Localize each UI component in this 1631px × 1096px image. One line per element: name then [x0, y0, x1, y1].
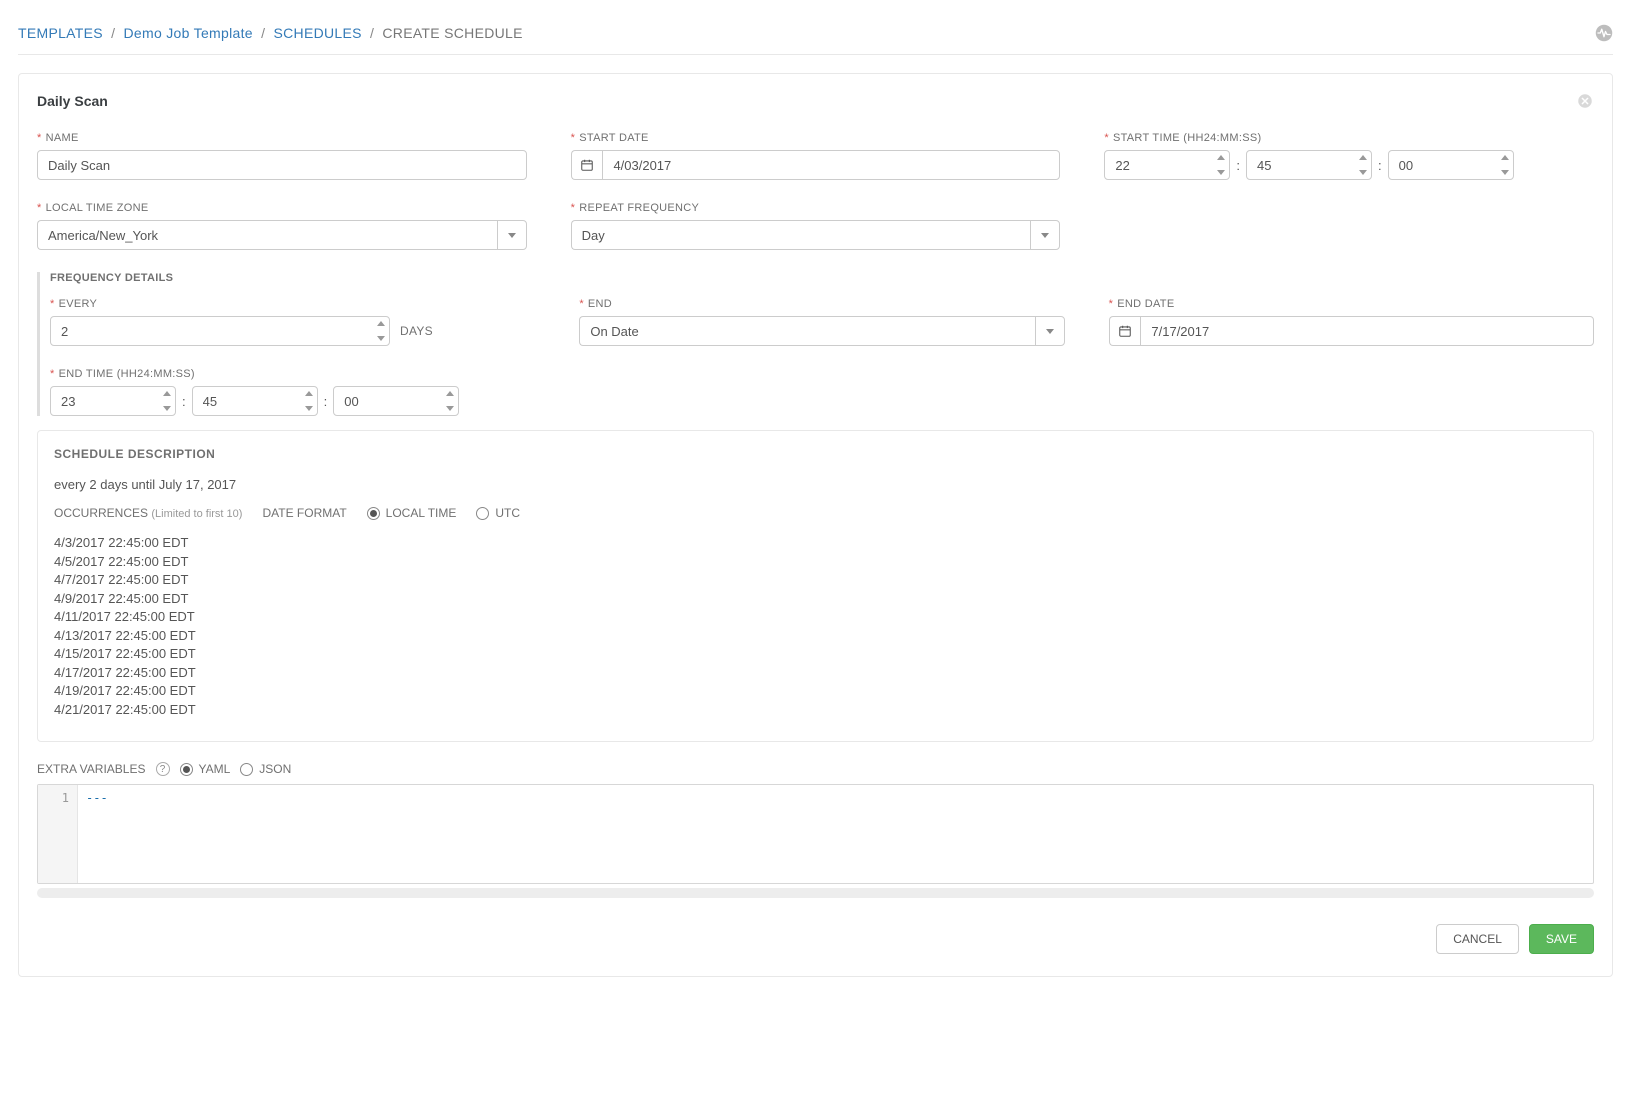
repeat-frequency-select[interactable]: Day — [571, 220, 1061, 250]
every-label: EVERY — [59, 298, 98, 310]
occurrence-item: 4/9/2017 22:45:00 EDT — [54, 590, 1577, 608]
spin-down-icon[interactable] — [1356, 167, 1370, 178]
chevron-down-icon[interactable] — [1030, 220, 1060, 250]
occurrence-item: 4/15/2017 22:45:00 EDT — [54, 645, 1577, 663]
breadcrumb: TEMPLATES / Demo Job Template / SCHEDULE… — [18, 25, 523, 41]
spin-up-icon[interactable] — [374, 318, 388, 329]
cancel-button[interactable]: CANCEL — [1436, 924, 1519, 954]
chevron-down-icon[interactable] — [497, 220, 527, 250]
every-unit: DAYS — [400, 324, 433, 338]
chevron-down-icon[interactable] — [1035, 316, 1065, 346]
breadcrumb-schedules[interactable]: SCHEDULES — [273, 25, 361, 41]
schedule-description-title: SCHEDULE DESCRIPTION — [54, 447, 1577, 461]
end-time-ss[interactable] — [333, 386, 459, 416]
spin-down-icon[interactable] — [160, 403, 174, 414]
start-date-input[interactable] — [602, 150, 1060, 180]
occurrence-item: 4/19/2017 22:45:00 EDT — [54, 682, 1577, 700]
breadcrumb-current: CREATE SCHEDULE — [382, 25, 522, 41]
name-input[interactable] — [37, 150, 527, 180]
occurrences-label: OCCURRENCES — [54, 506, 148, 520]
occurrence-item: 4/7/2017 22:45:00 EDT — [54, 571, 1577, 589]
start-time-mm[interactable] — [1246, 150, 1372, 180]
extra-vars-yaml-radio[interactable]: YAML — [180, 762, 231, 776]
page-title: Daily Scan — [37, 93, 108, 109]
close-panel-button[interactable] — [1576, 92, 1594, 110]
activity-stream-icon[interactable] — [1595, 24, 1613, 42]
start-date-label: START DATE — [579, 132, 648, 144]
timezone-label: LOCAL TIME ZONE — [46, 202, 149, 214]
occurrence-item: 4/21/2017 22:45:00 EDT — [54, 701, 1577, 719]
help-icon[interactable]: ? — [156, 762, 170, 776]
spin-up-icon[interactable] — [443, 388, 457, 399]
spin-up-icon[interactable] — [1498, 152, 1512, 163]
start-time-ss[interactable] — [1388, 150, 1514, 180]
spin-up-icon[interactable] — [1356, 152, 1370, 163]
schedule-form-panel: Daily Scan *NAME *START DATE — [18, 73, 1613, 977]
breadcrumb-bar: TEMPLATES / Demo Job Template / SCHEDULE… — [18, 6, 1613, 55]
extra-vars-editor[interactable]: 1 --- — [37, 784, 1594, 884]
breadcrumb-job-template[interactable]: Demo Job Template — [124, 25, 253, 41]
spin-up-icon[interactable] — [1214, 152, 1228, 163]
breadcrumb-templates[interactable]: TEMPLATES — [18, 25, 103, 41]
editor-content[interactable]: --- — [78, 785, 1593, 883]
extra-variables-label: EXTRA VARIABLES — [37, 762, 146, 776]
spin-down-icon[interactable] — [374, 333, 388, 344]
frequency-details-title: FREQUENCY DETAILS — [50, 272, 1594, 284]
schedule-description-box: SCHEDULE DESCRIPTION every 2 days until … — [37, 430, 1594, 742]
schedule-description-summary: every 2 days until July 17, 2017 — [54, 477, 1577, 492]
end-time-label: END TIME (HH24:MM:SS) — [59, 368, 195, 380]
occurrence-item: 4/17/2017 22:45:00 EDT — [54, 664, 1577, 682]
date-format-local-radio[interactable]: LOCAL TIME — [367, 506, 457, 520]
spin-up-icon[interactable] — [302, 388, 316, 399]
every-input[interactable] — [50, 316, 390, 346]
start-time-label: START TIME (HH24:MM:SS) — [1113, 132, 1262, 144]
calendar-icon[interactable] — [571, 150, 603, 180]
end-time-hh[interactable] — [50, 386, 176, 416]
occurrences-note: (Limited to first 10) — [151, 508, 242, 520]
editor-gutter: 1 — [38, 785, 78, 883]
end-label: END — [588, 298, 612, 310]
date-format-label: DATE FORMAT — [262, 506, 346, 520]
extra-vars-json-radio[interactable]: JSON — [240, 762, 291, 776]
end-select[interactable]: On Date — [579, 316, 1064, 346]
occurrence-item: 4/5/2017 22:45:00 EDT — [54, 553, 1577, 571]
repeat-frequency-label: REPEAT FREQUENCY — [579, 202, 699, 214]
spin-down-icon[interactable] — [443, 403, 457, 414]
occurrence-item: 4/13/2017 22:45:00 EDT — [54, 627, 1577, 645]
end-date-input[interactable] — [1140, 316, 1594, 346]
spin-up-icon[interactable] — [160, 388, 174, 399]
save-button[interactable]: SAVE — [1529, 924, 1594, 954]
timezone-select[interactable]: America/New_York — [37, 220, 527, 250]
occurrences-list: 4/3/2017 22:45:00 EDT4/5/2017 22:45:00 E… — [54, 534, 1577, 718]
name-label: NAME — [46, 132, 79, 144]
editor-scrollbar[interactable] — [37, 888, 1594, 898]
start-time-hh[interactable] — [1104, 150, 1230, 180]
date-format-utc-radio[interactable]: UTC — [476, 506, 520, 520]
calendar-icon[interactable] — [1109, 316, 1141, 346]
spin-down-icon[interactable] — [302, 403, 316, 414]
end-date-label: END DATE — [1117, 298, 1174, 310]
end-time-mm[interactable] — [192, 386, 318, 416]
spin-down-icon[interactable] — [1498, 167, 1512, 178]
occurrence-item: 4/11/2017 22:45:00 EDT — [54, 608, 1577, 626]
spin-down-icon[interactable] — [1214, 167, 1228, 178]
occurrence-item: 4/3/2017 22:45:00 EDT — [54, 534, 1577, 552]
